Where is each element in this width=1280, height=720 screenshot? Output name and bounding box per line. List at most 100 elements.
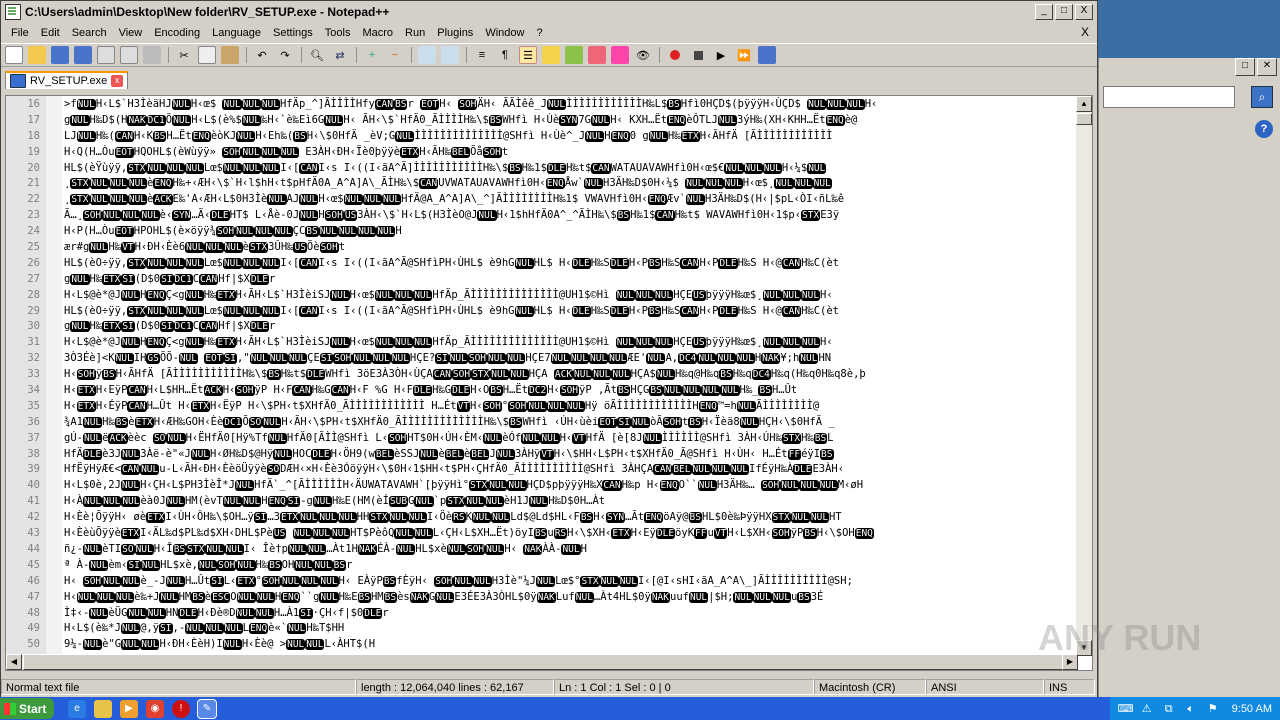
cut-icon[interactable]: ✂: [175, 46, 193, 64]
close-button[interactable]: X: [1075, 4, 1093, 20]
find-icon[interactable]: 🔍︎: [308, 46, 326, 64]
maximize-button[interactable]: □: [1055, 4, 1073, 20]
line-text[interactable]: ¸STX NUL NUL NULèACKE‰'A‹ÆH‹L$0H3ÌèNULAJNUL…: [46, 192, 1078, 208]
search-icon[interactable]: ⌕: [1251, 86, 1273, 108]
record-macro-icon[interactable]: [666, 46, 684, 64]
sync-horizontal-icon[interactable]: [441, 46, 459, 64]
editor-line[interactable]: 36 ¾A1NULH‰BSèETXH‹ÆH‰GOH‹ÈèDC1ÕSO NULH‹ÃH…: [6, 415, 1078, 431]
editor-line[interactable]: 35 H‹ETXH‹ÉÿPCANH…Ût H‹ETXH‹ËÿP H‹\$PH‹t$…: [6, 399, 1078, 415]
flag-icon[interactable]: ⚑: [1206, 702, 1220, 716]
editor-line[interactable]: 31 H‹L$@è*@JNULHENQÇ<gNULH‰ETXH‹ÃH‹L$`H3Ì…: [6, 335, 1078, 351]
line-text[interactable]: gNULH‰ETX SI(D$0SI DC1CCANHf|$XDLEr: [46, 272, 1078, 288]
new-file-icon[interactable]: [5, 46, 23, 64]
undo-icon[interactable]: ↶: [253, 46, 271, 64]
close-all-icon[interactable]: [120, 46, 138, 64]
user-language-icon[interactable]: [542, 46, 560, 64]
clock[interactable]: 9:50 AM: [1232, 703, 1272, 715]
editor-line[interactable]: 30 gNULH‰ETX SI(D$0SI DC1CCANHf|$XDLEr: [6, 319, 1078, 335]
chrome-icon[interactable]: ◉: [146, 699, 164, 718]
redo-icon[interactable]: ↷: [276, 46, 294, 64]
horizontal-scrollbar[interactable]: ◀ ▶: [6, 654, 1078, 670]
editor-line[interactable]: 19 H‹Q(H…ÒuEOTHQOHL$(èWùÿÿ» SOH NUL NUL NUL …: [6, 145, 1078, 161]
editor-line[interactable]: 39 HfËÿHÿÆ€<CAN NULu-L‹ÃH‹ÐH‹ÈèöÜÿÿèSODÆH‹…: [6, 462, 1078, 478]
editor-line[interactable]: 49 H‹L$(è‰*JNUL@,ÿSI,-NUL NUL NULLENQè«`NUL…: [6, 621, 1078, 637]
line-text[interactable]: gNULH‰ETX SI(D$0SI DC1CCANHf|$XDLEr: [46, 319, 1078, 335]
line-text[interactable]: HL$(èŸùÿÿ,STX NUL NUL NULLœ$NUL NUL NULI‹[CAN…: [46, 161, 1078, 177]
line-text[interactable]: H‹NUL NUL NULè‰+JNULHMBSèESCONUL NULHENQ``g…: [46, 590, 1078, 606]
close-document-button[interactable]: X: [1081, 25, 1089, 39]
status-encoding[interactable]: ANSI: [926, 679, 1044, 695]
editor-line[interactable]: 47 H‹NUL NUL NULè‰+JNULHMBSèESCONUL NULHENQ`…: [6, 590, 1078, 606]
line-text[interactable]: HL$(èO÷ÿÿ,STX NUL NUL NULLœ$NUL NUL NULI‹[CAN…: [46, 256, 1078, 272]
security-app-icon[interactable]: !: [172, 699, 190, 718]
line-text[interactable]: H‹SOHÿBSH‹ÃHfÄ [ÃÌÌÌÌÌÌÌÌÌÌÌH‰\$BSH‰t$DL…: [46, 367, 1078, 383]
editor-line[interactable]: 28 H‹L$@è*@JNULHENQÇ<gNULH‰ETXH‹ÃH‹L$`H3Ì…: [6, 288, 1078, 304]
editor-line[interactable]: 21 ¸STX NUL NUL NULèENQH‰+‹ÆH‹\$`H‹l$hH‹t$pH…: [6, 176, 1078, 192]
warning-icon[interactable]: ⚠: [1140, 702, 1154, 716]
function-list-icon[interactable]: [588, 46, 606, 64]
scroll-left-arrow-icon[interactable]: ◀: [6, 654, 22, 670]
line-text[interactable]: ª À-NULèm‹SI NULHL$xè,NUL SOH NULH‰BSOHNUL N…: [46, 558, 1078, 574]
save-all-icon[interactable]: [74, 46, 92, 64]
scroll-up-arrow-icon[interactable]: ▲: [1076, 96, 1092, 112]
media-player-icon[interactable]: ▶: [120, 699, 138, 718]
show-all-characters-icon[interactable]: ¶: [496, 46, 514, 64]
zoom-out-icon[interactable]: −: [386, 46, 404, 64]
paste-icon[interactable]: [221, 46, 239, 64]
editor-line[interactable]: 22 ¸STX NUL NUL NULèACKE‰'A‹ÆH‹L$0H3ÌèNULAJN…: [6, 192, 1078, 208]
menu-settings[interactable]: Settings: [267, 27, 319, 39]
tab-close-button[interactable]: x: [111, 75, 124, 87]
line-text[interactable]: >fNULH‹L$`H3ÌèäHJNULH‹œ$ NUL NUL NULHfÄp_^…: [46, 97, 1078, 113]
menu-run[interactable]: Run: [399, 27, 431, 39]
menu-encoding[interactable]: Encoding: [148, 27, 206, 39]
replace-icon[interactable]: ⇄: [331, 46, 349, 64]
menu-macro[interactable]: Macro: [356, 27, 399, 39]
line-text[interactable]: 9¼-NULè"GNUL NULH‹ÐH‹ÈèH)INULH‹Èè@ >NUL NU…: [46, 637, 1078, 653]
background-maximize-button[interactable]: □: [1235, 58, 1255, 76]
vertical-scroll-thumb[interactable]: [1076, 113, 1092, 125]
editor-line[interactable]: 25 ær#gNULH‰VTH‹ÐH‹Èè6NUL NUL NULèSTX3ÛH‰US…: [6, 240, 1078, 256]
line-text[interactable]: gÚ-NULëACKèèc SO NULH‹ËHfÄ0[Hÿ%TfNULHfÄ0[…: [46, 431, 1078, 447]
editor-line[interactable]: 44 ñ¿-NULèTISO NULH‹ÎBS STX NUL NULI‹ Îè†pNUL…: [6, 542, 1078, 558]
editor-line[interactable]: 32 3Ò3Éè]<KNULIHGSÕÕ-NUL EOT SI,"NUL NUL NUL…: [6, 351, 1078, 367]
horizontal-scroll-thumb[interactable]: [23, 654, 1063, 670]
line-text[interactable]: ¸STX NUL NUL NULèENQH‰+‹ÆH‹\$`H‹l$hH‹t$pHfÄ…: [46, 176, 1078, 192]
editor-line[interactable]: 50 9¼-NULè"GNUL NULH‹ÐH‹ÈèH)INULH‹Èè@ >NUL…: [6, 637, 1078, 653]
line-text[interactable]: HfËÿHÿÆ€<CAN NULu-L‹ÃH‹ÐH‹ÈèöÜÿÿèSODÆH‹×H…: [46, 462, 1078, 478]
zoom-in-icon[interactable]: +: [363, 46, 381, 64]
vertical-scrollbar[interactable]: ▲ ▼: [1076, 96, 1092, 656]
monitor-icon[interactable]: 👁︎: [634, 46, 652, 64]
line-text[interactable]: H‹ÈèùÕÿÿèETXI‹ÄL‰d$PL‰d$XH‹DHL$PèUS NUL N…: [46, 526, 1078, 542]
help-icon[interactable]: ?: [1255, 120, 1273, 138]
save-macro-icon[interactable]: [758, 46, 776, 64]
editor-line[interactable]: 38 HfÄDLEè3JNUL3Àë-è"«JNULH‹ØH‰D$@HÿNULHO…: [6, 447, 1078, 463]
open-file-icon[interactable]: [28, 46, 46, 64]
editor-line[interactable]: 29 HL$(èO÷ÿÿ,STX NUL NUL NULLœ$NUL NUL NULI‹[C…: [6, 304, 1078, 320]
background-address-field[interactable]: [1103, 86, 1235, 108]
copy-icon[interactable]: [198, 46, 216, 64]
line-text[interactable]: 3Ò3Éè]<KNULIHGSÕÕ-NUL EOT SI,"NUL NUL NULÇE…: [46, 351, 1078, 367]
background-close-button[interactable]: ✕: [1257, 58, 1277, 76]
line-text[interactable]: H‹ SOH NUL NULè_-JNULH…ÛtSIL‹ETX°SOH NUL NUL…: [46, 574, 1078, 590]
menu-tools[interactable]: Tools: [319, 27, 357, 39]
line-text[interactable]: ær#gNULH‰VTH‹ÐH‹Èè6NUL NUL NULèSTX3ÛH‰USÕè…: [46, 240, 1078, 256]
line-text[interactable]: LJNULH‰(CANH‹KBSH…ËtENQèòKJNULH‹Eh‰(BSH‹…: [46, 129, 1078, 145]
editor-line[interactable]: 46 H‹ SOH NUL NULè_-JNULH…ÛtSIL‹ETX°SOH NUL N…: [6, 574, 1078, 590]
editor-line[interactable]: 16 >fNULH‹L$`H3ÌèäHJNULH‹œ$ NUL NUL NULHfÄp…: [6, 97, 1078, 113]
editor-line[interactable]: 20 HL$(èŸùÿÿ,STX NUL NUL NULLœ$NUL NUL NULI‹[C…: [6, 161, 1078, 177]
editor-line[interactable]: 40 H‹L$0è,2JNULH‹ÇH‹L$PH3ÌèÎ*JNULHfÄ`_^[Ã…: [6, 478, 1078, 494]
close-file-icon[interactable]: [97, 46, 115, 64]
editor-line[interactable]: 42 H‹Èè¦ÕÿÿH‹ øèETXI‹ÙH‹ÔH‰\$OH…ÿSI…3ETX N…: [6, 510, 1078, 526]
language-icon[interactable]: ⌨: [1118, 702, 1134, 716]
sync-vertical-icon[interactable]: [418, 46, 436, 64]
minimize-button[interactable]: _: [1035, 4, 1053, 20]
internet-explorer-icon[interactable]: e: [68, 699, 86, 718]
editor-line[interactable]: 33 H‹SOHÿBSH‹ÃHfÄ [ÃÌÌÌÌÌÌÌÌÌÌÌH‰\$BSH‰t$…: [6, 367, 1078, 383]
editor-line[interactable]: 17 gNULH‰D$(HNAK DC1ÕNULH‹L$(è%$NUL‰H‹`è‰E…: [6, 113, 1078, 129]
line-text[interactable]: H‹Èè¦ÕÿÿH‹ øèETXI‹ÙH‹ÔH‰\$OH…ÿSI…3ETX NUL…: [46, 510, 1078, 526]
folder-workspace-icon[interactable]: [611, 46, 629, 64]
volume-icon[interactable]: 🔈︎: [1184, 702, 1198, 716]
line-text[interactable]: ¾A1NULH‰BSèETXH‹ÆH‰GOH‹ÈèDC1ÕSO NULH‹ÃH‹\…: [46, 415, 1078, 431]
line-text[interactable]: HfÄDLEè3JNUL3Àë-è"«JNULH‹ØH‰D$@HÿNULHOCD…: [46, 447, 1078, 463]
editor-line[interactable]: 27 gNULH‰ETX SI(D$0SI DC1CCANHf|$XDLEr: [6, 272, 1078, 288]
